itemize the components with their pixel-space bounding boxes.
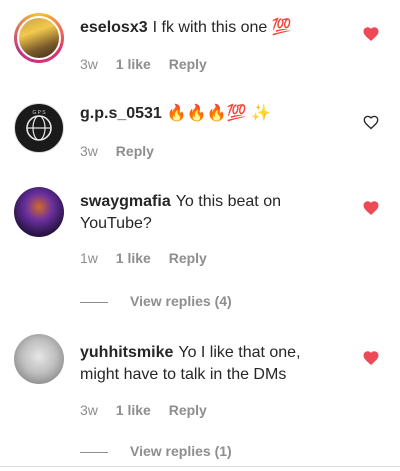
heart-filled-icon[interactable]: [362, 199, 380, 217]
replies-divider: [80, 301, 108, 303]
svg-text:G P S: G P S: [32, 110, 46, 116]
bottom-divider: [0, 466, 400, 467]
comment-text-block: eselosx3 I fk with this one 💯: [80, 17, 342, 39]
view-replies-label[interactable]: View replies (1): [130, 443, 232, 459]
heart-filled-icon[interactable]: [362, 349, 380, 367]
comment-username[interactable]: eselosx3: [80, 19, 148, 36]
avatar[interactable]: [14, 13, 64, 63]
comment-text-block: yuhhitsmike Yo I like that one, might hav…: [80, 342, 342, 386]
comment-username[interactable]: yuhhitsmike: [80, 344, 173, 361]
comment-username[interactable]: swaygmafia: [80, 193, 171, 210]
heart-outline-icon[interactable]: [362, 113, 380, 131]
reply-button[interactable]: Reply: [169, 56, 207, 72]
comment-meta: 1w 1 like Reply: [80, 248, 221, 268]
comment-likes[interactable]: 1 like: [116, 56, 151, 72]
avatar[interactable]: G P S: [14, 103, 64, 153]
view-replies-button[interactable]: View replies (1): [80, 441, 232, 461]
avatar[interactable]: [14, 334, 64, 384]
comment-time: 3w: [80, 56, 98, 72]
comment-body: 🔥🔥🔥💯 ✨: [166, 105, 271, 122]
avatar[interactable]: [14, 187, 64, 237]
comment-meta: 3w 1 like Reply: [80, 54, 221, 74]
comment-username[interactable]: g.p.s_0531: [80, 105, 162, 122]
comment-meta: 3w 1 like Reply: [80, 400, 221, 420]
view-replies-label[interactable]: View replies (4): [130, 293, 232, 309]
comment-time: 3w: [80, 143, 98, 159]
reply-button[interactable]: Reply: [169, 250, 207, 266]
comment-text-block: g.p.s_0531 🔥🔥🔥💯 ✨: [80, 103, 342, 125]
comment-likes[interactable]: 1 like: [116, 250, 151, 266]
comment-likes[interactable]: 1 like: [116, 402, 151, 418]
comment-time: 3w: [80, 402, 98, 418]
heart-filled-icon[interactable]: [362, 25, 380, 43]
comment-body: I fk with this one 💯: [152, 19, 292, 36]
reply-button[interactable]: Reply: [169, 402, 207, 418]
globe-logo-icon: G P S: [26, 110, 52, 141]
reply-button[interactable]: Reply: [116, 143, 154, 159]
comment-text-block: swaygmafia Yo this beat on YouTube?: [80, 191, 342, 235]
view-replies-button[interactable]: View replies (4): [80, 291, 232, 311]
comment-meta: 3w Reply: [80, 141, 168, 161]
replies-divider: [80, 451, 108, 453]
comment-time: 1w: [80, 250, 98, 266]
